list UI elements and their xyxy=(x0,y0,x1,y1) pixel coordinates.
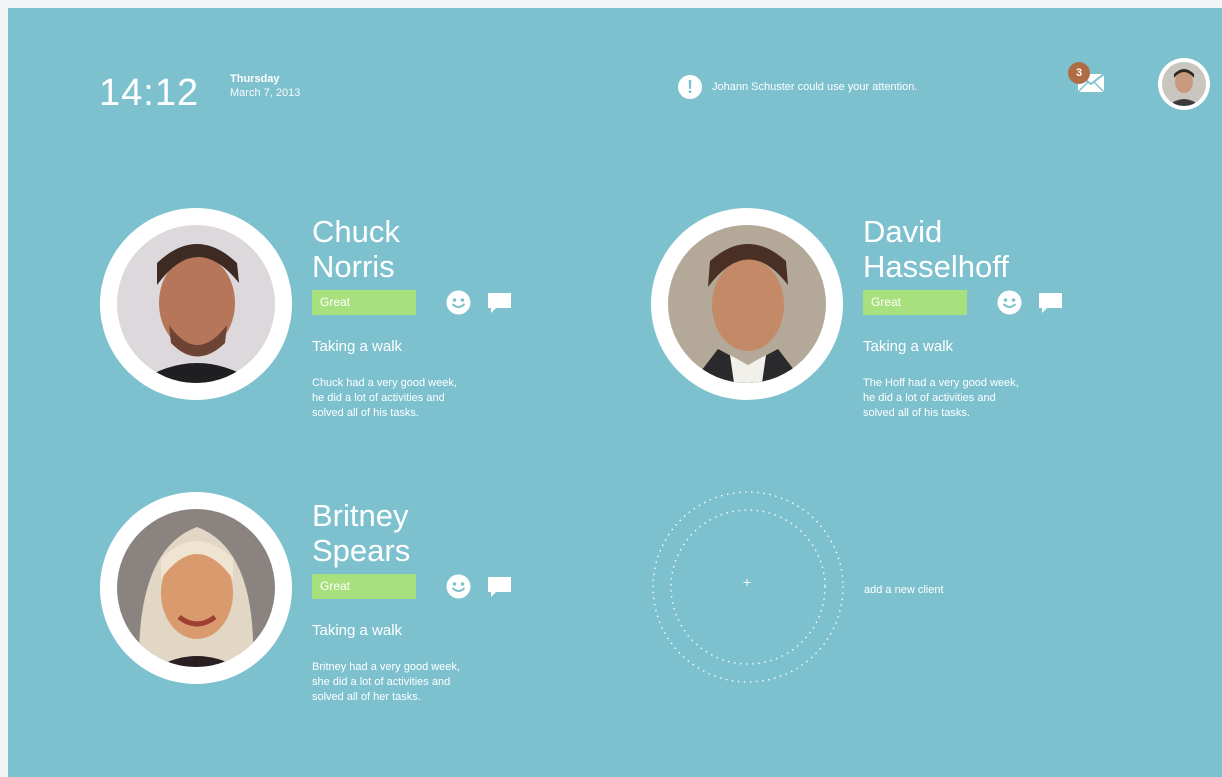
client-activity: Taking a walk xyxy=(312,338,403,355)
client-summary: Chuck had a very good week, he did a lot… xyxy=(312,377,457,419)
date-display: Thursday March 7, 2013 xyxy=(230,72,300,100)
client-card[interactable]: Chuck Norris Great Taking a walk Chuck h… xyxy=(100,208,540,419)
chat-icon[interactable] xyxy=(487,290,512,315)
chat-icon[interactable] xyxy=(487,574,512,599)
user-avatar[interactable] xyxy=(1158,58,1210,110)
client-name: David Hasselhoff xyxy=(863,214,1009,284)
client-status-row: Great xyxy=(863,290,1063,315)
mood-bar: Great xyxy=(312,290,416,315)
client-card[interactable]: Britney Spears Great Taking a walk Britn… xyxy=(100,492,540,703)
dashboard: 14:12 Thursday March 7, 2013 ! Johann Sc… xyxy=(8,8,1222,777)
client-avatar[interactable] xyxy=(100,208,292,400)
client-photo xyxy=(668,225,826,383)
mood-bar: Great xyxy=(863,290,967,315)
add-client-label: add a new client xyxy=(864,584,944,596)
unread-count-badge: 3 xyxy=(1068,62,1090,84)
client-name: Chuck Norris xyxy=(312,214,400,284)
client-avatar[interactable] xyxy=(651,208,843,400)
client-status-row: Great xyxy=(312,290,512,315)
add-client-button[interactable]: + add a new client xyxy=(651,490,991,690)
alert-icon: ! xyxy=(678,75,702,99)
client-avatar[interactable] xyxy=(100,492,292,684)
client-name: Britney Spears xyxy=(312,498,411,568)
client-activity: Taking a walk xyxy=(312,622,403,639)
clock: 14:12 xyxy=(99,72,200,114)
messages-button[interactable]: 3 xyxy=(1068,60,1108,100)
client-photo xyxy=(117,509,275,667)
user-avatar-photo xyxy=(1162,62,1206,106)
client-card[interactable]: David Hasselhoff Great Taking a walk The… xyxy=(651,208,1091,419)
client-status-row: Great xyxy=(312,574,512,599)
chat-icon[interactable] xyxy=(1038,290,1063,315)
attention-notification[interactable]: ! Johann Schuster could use your attenti… xyxy=(678,75,917,99)
full-date: March 7, 2013 xyxy=(230,87,301,99)
mood-bar: Great xyxy=(312,574,416,599)
weekday: Thursday xyxy=(230,73,280,85)
client-summary: The Hoff had a very good week, he did a … xyxy=(863,377,1019,419)
notification-text: Johann Schuster could use your attention… xyxy=(712,81,918,93)
smiley-icon[interactable] xyxy=(997,290,1022,315)
plus-icon: + xyxy=(742,574,752,590)
client-photo xyxy=(117,225,275,383)
smiley-icon[interactable] xyxy=(446,290,471,315)
client-activity: Taking a walk xyxy=(863,338,954,355)
client-summary: Britney had a very good week, she did a … xyxy=(312,661,460,703)
smiley-icon[interactable] xyxy=(446,574,471,599)
